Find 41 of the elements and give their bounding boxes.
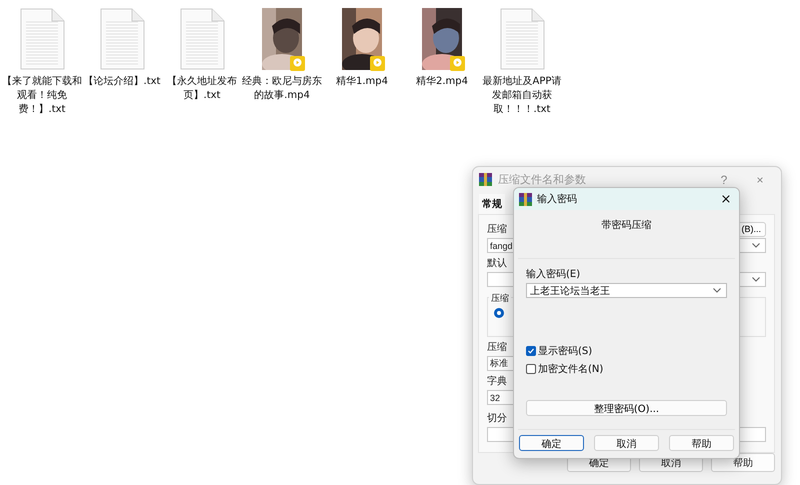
password-field[interactable]: 上老王论坛当老王	[526, 283, 727, 298]
dialog-button[interactable]: 帮助	[669, 435, 734, 451]
dropdown-caret-icon	[713, 288, 721, 293]
dialog-heading: 带密码压缩	[600, 218, 652, 232]
field-label: 字典	[487, 374, 507, 388]
file-name[interactable]: 最新地址及APP请发邮箱自动获取！！！.txt	[482, 75, 562, 117]
checkbox[interactable]	[526, 364, 536, 374]
player-badge-icon	[370, 56, 385, 71]
window-title: 输入密码	[537, 192, 578, 206]
player-badge-icon	[450, 56, 465, 71]
organize-passwords-button[interactable]: 整理密码(O)...	[526, 400, 727, 416]
file-name[interactable]: 【永久地址发布页】.txt	[162, 75, 242, 103]
player-badge-icon	[290, 56, 305, 71]
dialog-button[interactable]: 确定	[519, 435, 584, 451]
checkbox[interactable]	[526, 346, 536, 356]
dropdown-caret-icon	[752, 243, 760, 248]
file-name[interactable]: 【论坛介绍】.txt	[82, 75, 162, 89]
text-file-icon	[498, 8, 546, 70]
archive-app-icon	[479, 173, 492, 186]
tab[interactable]: 常规	[479, 194, 505, 214]
file-name[interactable]: 精华2.mp4	[402, 75, 482, 89]
window-title: 压缩文件名和参数	[498, 172, 587, 187]
text-file-icon	[18, 8, 66, 70]
dropdown-caret-icon	[752, 277, 760, 282]
radio-button[interactable]	[494, 308, 504, 318]
field-label: 压缩	[487, 340, 507, 354]
file-name[interactable]: 精华1.mp4	[322, 75, 402, 89]
group-label: 压缩	[489, 293, 511, 303]
checkbox-label[interactable]: 加密文件名(N)	[538, 362, 604, 376]
checkbox-label[interactable]: 显示密码(S)	[538, 344, 592, 358]
field-label: 输入密码(E)	[526, 268, 582, 281]
field-label: 压缩	[487, 222, 507, 236]
field-label: 默认	[487, 257, 507, 270]
close-button[interactable]: ×	[713, 192, 739, 206]
text-file-icon	[178, 8, 226, 70]
field-label: 切分	[487, 412, 507, 425]
file-name[interactable]: 经典：欧尼与房东的故事.mp4	[242, 75, 322, 103]
dialog-button[interactable]: 取消	[594, 435, 659, 451]
archive-app-icon	[519, 192, 532, 206]
file-name[interactable]: 【来了就能下载和观看！纯免费！】.txt	[2, 75, 82, 117]
text-file-icon	[98, 8, 146, 70]
